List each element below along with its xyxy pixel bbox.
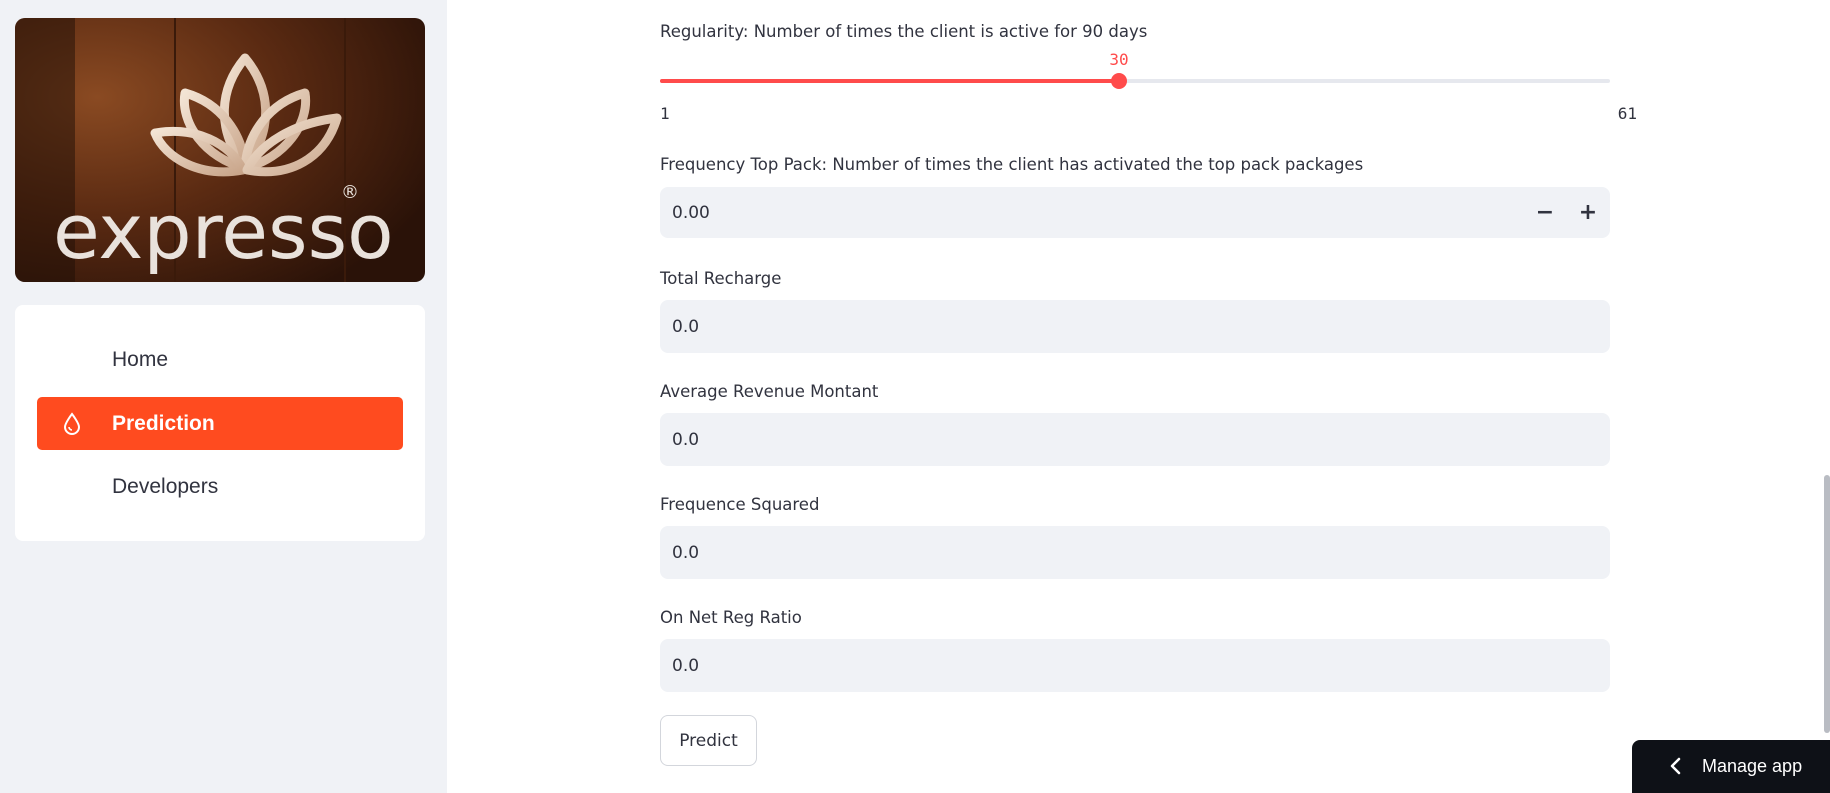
slider-min: 1 [660,104,670,123]
freq-top-pack-stepper[interactable]: 0.00 − + [660,187,1610,238]
avg-revenue-label: Average Revenue Montant [660,382,879,401]
main-content: Regularity: Number of times the client i… [447,0,1830,793]
freq-top-pack-label: Frequency Top Pack: Number of times the … [660,155,1364,174]
slider-value: 30 [1109,50,1129,69]
increment-button[interactable]: + [1568,187,1608,238]
expresso-logo: expresso ® [15,18,425,282]
slider-max: 61 [1617,104,1637,123]
predict-button[interactable]: Predict [660,715,757,766]
sidebar: expresso ® Home Prediction Developers [0,0,447,793]
droplet-icon [59,411,85,437]
slider-thumb[interactable] [1111,73,1127,89]
freq-top-pack-value: 0.00 [672,202,710,223]
on-net-reg-ratio-value: 0.0 [672,655,700,676]
freq-squared-input[interactable]: 0.0 [660,526,1610,579]
nav-item-developers[interactable]: Developers [37,460,403,513]
scrollbar[interactable] [1824,475,1830,733]
slider-fill [660,79,1119,83]
nav-item-prediction[interactable]: Prediction [37,397,403,450]
svg-text:®: ® [341,182,359,203]
nav-item-label: Developers [112,474,219,498]
avg-revenue-input[interactable]: 0.0 [660,413,1610,466]
nav-item-label: Prediction [112,411,215,435]
nav-item-home[interactable]: Home [37,333,403,386]
total-recharge-label: Total Recharge [660,269,782,288]
total-recharge-value: 0.0 [672,316,700,337]
nav-menu: Home Prediction Developers [15,305,425,541]
total-recharge-input[interactable]: 0.0 [660,300,1610,353]
regularity-label: Regularity: Number of times the client i… [660,22,1148,41]
regularity-slider[interactable] [660,73,1610,89]
freq-squared-label: Frequence Squared [660,495,820,514]
chevron-left-icon [1666,756,1686,781]
on-net-reg-ratio-input[interactable]: 0.0 [660,639,1610,692]
avg-revenue-value: 0.0 [672,429,700,450]
manage-app-button[interactable]: Manage app [1632,740,1830,793]
nav-item-label: Home [112,347,169,371]
manage-app-label: Manage app [1702,756,1803,776]
on-net-reg-ratio-label: On Net Reg Ratio [660,608,802,627]
freq-squared-value: 0.0 [672,542,700,563]
decrement-button[interactable]: − [1525,187,1565,238]
